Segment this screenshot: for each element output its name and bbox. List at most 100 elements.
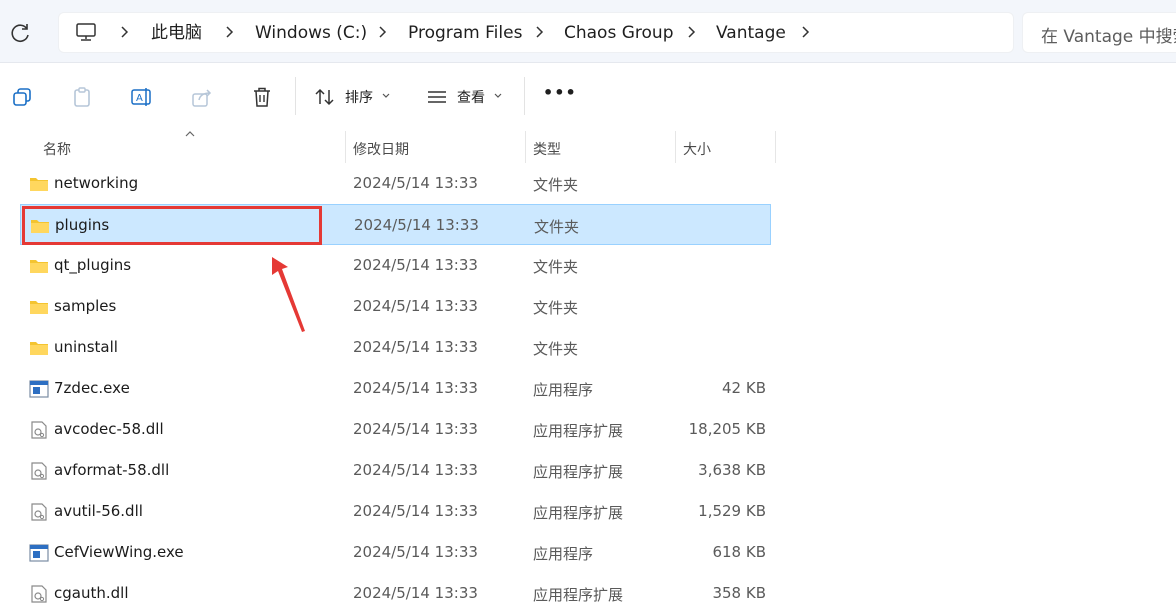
refresh-icon bbox=[11, 24, 29, 42]
column-divider[interactable] bbox=[775, 131, 776, 163]
breadcrumb-chevron-icon bbox=[121, 26, 129, 38]
breadcrumb-chaos-group[interactable]: Chaos Group bbox=[564, 22, 673, 44]
file-type: 应用程序 bbox=[533, 545, 594, 563]
address-bar[interactable]: 此电脑 Windows (C:) Program Files Chaos Gro… bbox=[58, 12, 1014, 53]
file-name[interactable]: avformat-58.dll bbox=[54, 461, 169, 479]
file-name[interactable]: avcodec-58.dll bbox=[54, 420, 164, 438]
breadcrumb-chevron-icon bbox=[379, 26, 387, 38]
file-date: 2024/5/14 13:33 bbox=[354, 216, 479, 234]
command-bar: A 排序 查看 ••• bbox=[0, 63, 1176, 130]
file-row[interactable]: cgauth.dll 2024/5/14 13:33 应用程序扩展 358 KB bbox=[20, 573, 771, 614]
file-type: 应用程序 bbox=[533, 381, 594, 399]
address-toolbar: 此电脑 Windows (C:) Program Files Chaos Gro… bbox=[0, 0, 1176, 63]
folder-icon bbox=[30, 217, 50, 235]
file-type: 应用程序扩展 bbox=[533, 463, 624, 481]
toolbar-divider bbox=[295, 77, 296, 115]
file-date: 2024/5/14 13:33 bbox=[353, 174, 478, 192]
copy-icon[interactable] bbox=[10, 85, 34, 109]
file-size: 18,205 KB bbox=[688, 420, 766, 438]
dll-icon bbox=[29, 585, 49, 603]
file-row[interactable]: avcodec-58.dll 2024/5/14 13:33 应用程序扩展 18,20… bbox=[20, 409, 771, 450]
file-size: 1,529 KB bbox=[698, 502, 766, 520]
file-row[interactable]: avformat-58.dll 2024/5/14 13:33 应用程序扩展 3,63… bbox=[20, 450, 771, 491]
file-date: 2024/5/14 13:33 bbox=[353, 543, 478, 561]
file-date: 2024/5/14 13:33 bbox=[353, 256, 478, 274]
file-row[interactable]: avutil-56.dll 2024/5/14 13:33 应用程序扩展 1,529 … bbox=[20, 491, 771, 532]
file-name[interactable]: avutil-56.dll bbox=[54, 502, 143, 520]
file-date: 2024/5/14 13:33 bbox=[353, 584, 478, 602]
file-date: 2024/5/14 13:33 bbox=[353, 338, 478, 356]
folder-icon bbox=[29, 298, 49, 316]
column-headers: 名称 修改日期 类型 大小 bbox=[0, 131, 1176, 163]
delete-icon[interactable] bbox=[250, 85, 274, 109]
column-header-size[interactable]: 大小 bbox=[683, 139, 711, 159]
file-name[interactable]: plugins bbox=[55, 216, 109, 234]
refresh-button[interactable] bbox=[8, 20, 34, 46]
column-divider[interactable] bbox=[675, 131, 676, 163]
file-type: 文件夹 bbox=[534, 218, 580, 236]
file-size: 358 KB bbox=[712, 584, 766, 602]
file-row[interactable]: 7zdec.exe 2024/5/14 13:33 应用程序 42 KB bbox=[20, 368, 771, 409]
breadcrumb-chevron-icon bbox=[688, 26, 696, 38]
file-name[interactable]: 7zdec.exe bbox=[54, 379, 130, 397]
dll-icon bbox=[29, 421, 49, 439]
svg-text:A: A bbox=[136, 93, 143, 104]
more-options-button[interactable]: ••• bbox=[543, 83, 577, 102]
breadcrumb-chevron-icon[interactable] bbox=[800, 24, 810, 40]
breadcrumb-program-files[interactable]: Program Files bbox=[408, 22, 522, 44]
column-header-type[interactable]: 类型 bbox=[533, 139, 561, 159]
file-name[interactable]: CefViewWing.exe bbox=[54, 543, 184, 561]
column-divider[interactable] bbox=[345, 131, 346, 163]
file-row[interactable]: samples 2024/5/14 13:33 文件夹 bbox=[20, 286, 771, 327]
paste-icon[interactable] bbox=[70, 85, 94, 109]
file-row[interactable]: qt_plugins 2024/5/14 13:33 文件夹 bbox=[20, 245, 771, 286]
file-date: 2024/5/14 13:33 bbox=[353, 461, 478, 479]
file-date: 2024/5/14 13:33 bbox=[353, 379, 478, 397]
folder-icon bbox=[29, 257, 49, 275]
column-header-name[interactable]: 名称 bbox=[43, 139, 71, 159]
exe-icon bbox=[29, 380, 49, 398]
dll-icon bbox=[29, 462, 49, 480]
file-row[interactable]: uninstall 2024/5/14 13:33 文件夹 bbox=[20, 327, 771, 368]
rename-icon[interactable]: A bbox=[130, 85, 154, 109]
sort-icon[interactable] bbox=[313, 85, 337, 109]
file-type: 文件夹 bbox=[533, 340, 579, 358]
file-row[interactable]: CefViewWing.exe 2024/5/14 13:33 应用程序 618 KB bbox=[20, 532, 771, 573]
view-icon[interactable] bbox=[425, 85, 449, 109]
dll-icon bbox=[29, 503, 49, 521]
view-button[interactable]: 查看 bbox=[457, 87, 485, 107]
file-type: 应用程序扩展 bbox=[533, 586, 624, 604]
file-name[interactable]: networking bbox=[54, 174, 138, 192]
file-name[interactable]: samples bbox=[54, 297, 116, 315]
file-date: 2024/5/14 13:33 bbox=[353, 502, 478, 520]
breadcrumb-this-pc[interactable]: 此电脑 bbox=[151, 22, 202, 44]
file-name[interactable]: qt_plugins bbox=[54, 256, 131, 274]
this-pc-icon bbox=[76, 23, 96, 41]
file-size: 618 KB bbox=[712, 543, 766, 561]
exe-icon bbox=[29, 544, 49, 562]
sort-button[interactable]: 排序 bbox=[345, 87, 373, 107]
breadcrumb-chevron-icon bbox=[226, 26, 234, 38]
folder-icon bbox=[29, 175, 49, 193]
breadcrumb-windows-c[interactable]: Windows (C:) bbox=[255, 22, 367, 44]
breadcrumb-vantage[interactable]: Vantage bbox=[716, 22, 786, 44]
file-row[interactable]: plugins 2024/5/14 13:33 文件夹 bbox=[20, 204, 771, 245]
folder-icon bbox=[29, 339, 49, 357]
sort-ascending-icon bbox=[185, 131, 195, 137]
file-type: 应用程序扩展 bbox=[533, 504, 624, 522]
column-divider[interactable] bbox=[525, 131, 526, 163]
file-size: 3,638 KB bbox=[698, 461, 766, 479]
search-input[interactable]: 在 Vantage 中搜索 bbox=[1041, 22, 1176, 47]
file-date: 2024/5/14 13:33 bbox=[353, 297, 478, 315]
column-header-date[interactable]: 修改日期 bbox=[353, 139, 409, 159]
search-box[interactable]: 在 Vantage 中搜索 bbox=[1022, 12, 1176, 53]
file-size: 42 KB bbox=[722, 379, 766, 397]
file-name[interactable]: cgauth.dll bbox=[54, 584, 128, 602]
share-icon[interactable] bbox=[190, 85, 214, 109]
file-name[interactable]: uninstall bbox=[54, 338, 118, 356]
toolbar-divider bbox=[524, 77, 525, 115]
chevron-down-icon bbox=[382, 93, 390, 98]
file-type: 应用程序扩展 bbox=[533, 422, 624, 440]
file-row[interactable]: networking 2024/5/14 13:33 文件夹 bbox=[20, 163, 771, 204]
file-type: 文件夹 bbox=[533, 258, 579, 276]
